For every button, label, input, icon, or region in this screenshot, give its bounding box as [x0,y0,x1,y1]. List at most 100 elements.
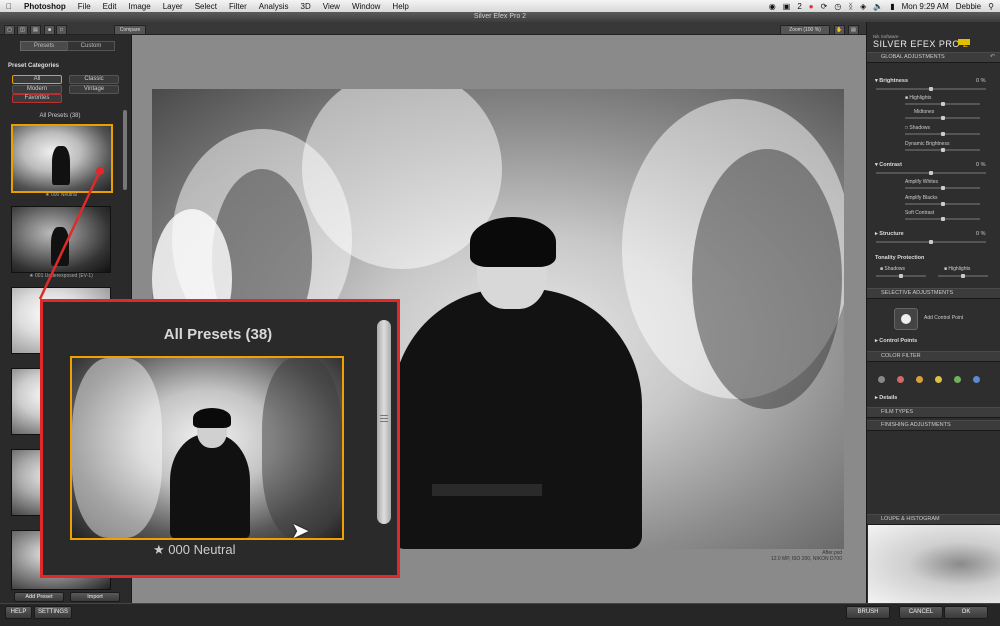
slider-knob[interactable] [940,202,945,206]
tp-shadows-slider[interactable] [876,274,926,278]
brush-button[interactable]: BRUSH [846,606,890,619]
menu-window[interactable]: Window [346,2,386,11]
zoom-scrollbar[interactable] [377,320,391,524]
volume-icon[interactable]: 🔈 [873,2,883,11]
tp-highlights-slider[interactable] [938,274,988,278]
category-modern[interactable]: Modern [12,85,62,94]
tab-custom[interactable]: Custom [67,41,115,51]
slider-knob[interactable] [940,102,945,106]
menu-view[interactable]: View [317,2,346,11]
slider-knob[interactable] [899,274,903,278]
filter-orange[interactable] [916,376,923,383]
slider-knob[interactable] [940,148,945,152]
menu-select[interactable]: Select [189,2,223,11]
menu-edit[interactable]: Edit [97,2,123,11]
screen-icon[interactable]: ▣ [783,2,791,11]
details-label[interactable]: ▸ Details [875,395,897,401]
section-selective-adjustments[interactable]: SELECTIVE ADJUSTMENTS [867,288,1000,299]
record-icon[interactable]: ● [809,2,814,11]
zoom-preset-thumb[interactable] [70,356,344,540]
slider-knob[interactable] [929,240,933,244]
section-global-adjustments[interactable]: GLOBAL ADJUSTMENTS [867,52,1000,63]
amplify-whites-label: Amplify Whites [905,179,939,185]
single-view-icon[interactable]: ▢ [4,25,15,35]
structure-slider[interactable] [876,240,986,244]
ok-button[interactable]: OK [944,606,988,619]
slider-knob[interactable] [940,132,945,136]
panel-toggle-icon[interactable]: ▤ [848,25,859,35]
compare-button[interactable]: Compare [114,25,146,35]
subject-hat [470,217,556,267]
presets-scrollbar[interactable] [123,110,127,190]
section-color-filter[interactable]: COLOR FILTER [867,351,1000,362]
apple-icon[interactable]:  [0,2,18,11]
menu-file[interactable]: File [72,2,97,11]
filter-red[interactable] [897,376,904,383]
brightness-text: Brightness [879,78,909,84]
help-button[interactable]: HELP [5,606,32,619]
amplify-whites-slider[interactable] [905,186,980,190]
midtones-slider[interactable] [905,116,980,120]
import-button[interactable]: Import [70,592,120,602]
shadows-slider[interactable] [905,132,980,136]
slider-knob[interactable] [940,217,945,221]
dynamic-brightness-slider[interactable] [905,148,980,152]
category-classic[interactable]: Classic [69,75,119,84]
soft-contrast-slider[interactable] [905,217,980,221]
zoom-dropdown[interactable]: Zoom (100 %) [780,25,830,35]
add-control-point-button[interactable] [894,308,918,330]
menu-image[interactable]: Image [122,2,156,11]
status-icon[interactable]: ◉ [769,2,776,11]
menu-layer[interactable]: Layer [157,2,189,11]
contrast-slider[interactable] [876,171,986,175]
filter-yellow[interactable] [935,376,942,383]
control-points-label[interactable]: ▸ Control Points [875,338,917,344]
filter-blue[interactable] [973,376,980,383]
section-finishing-adjustments[interactable]: FINISHING ADJUSTMENTS [867,420,1000,431]
slider-knob[interactable] [929,171,933,175]
menu-3d[interactable]: 3D [295,2,317,11]
user-name[interactable]: Debbie [956,2,981,11]
preset-thumb-001[interactable] [11,206,111,273]
loupe-view [868,525,1000,603]
background-color-icon[interactable]: □ [56,25,67,35]
tab-presets[interactable]: Presets [20,41,68,51]
menu-help[interactable]: Help [386,2,414,11]
structure-label[interactable]: ▸ Structure [875,231,904,237]
slider-knob[interactable] [940,186,945,190]
preset-thumb-000[interactable] [11,124,113,193]
contrast-label[interactable]: ▾ Contrast [875,162,902,168]
settings-button[interactable]: SETTINGS [34,606,72,619]
category-vintage[interactable]: Vintage [69,85,119,94]
background-icon[interactable]: ■ [44,25,55,35]
wifi-icon[interactable]: ◈ [860,2,866,11]
cancel-button[interactable]: CANCEL [899,606,943,619]
side-by-side-icon[interactable]: ▤ [30,25,41,35]
filter-green[interactable] [954,376,961,383]
category-all[interactable]: All [12,75,62,84]
category-favorites[interactable]: Favorites [12,94,62,103]
brightness-label[interactable]: ▾ Brightness [875,78,908,84]
battery-icon[interactable]: ▮ [890,2,894,11]
section-loupe-histogram[interactable]: LOUPE & HISTOGRAM [867,514,1000,525]
badge-count[interactable]: 2 [797,2,801,11]
amplify-blacks-slider[interactable] [905,202,980,206]
menu-filter[interactable]: Filter [223,2,253,11]
time-machine-icon[interactable]: ◷ [834,2,841,11]
sync-icon[interactable]: ⟳ [821,2,828,11]
highlights-slider[interactable] [905,102,980,106]
reset-icon[interactable]: ↶ [990,53,995,60]
menu-analysis[interactable]: Analysis [253,2,295,11]
spotlight-icon[interactable]: ⚲ [988,2,994,11]
split-view-icon[interactable]: ◫ [17,25,28,35]
bluetooth-icon[interactable]: ᛝ [848,2,853,11]
filter-neutral[interactable] [878,376,885,383]
slider-knob[interactable] [940,116,945,120]
hand-icon[interactable]: ✋ [834,25,845,35]
section-film-types[interactable]: FILM TYPES [867,407,1000,418]
clock[interactable]: Mon 9:29 AM [902,2,949,11]
slider-knob[interactable] [961,274,965,278]
brightness-knob[interactable] [929,87,933,91]
add-preset-button[interactable]: Add Preset [14,592,64,602]
menu-app-name[interactable]: Photoshop [18,2,72,11]
